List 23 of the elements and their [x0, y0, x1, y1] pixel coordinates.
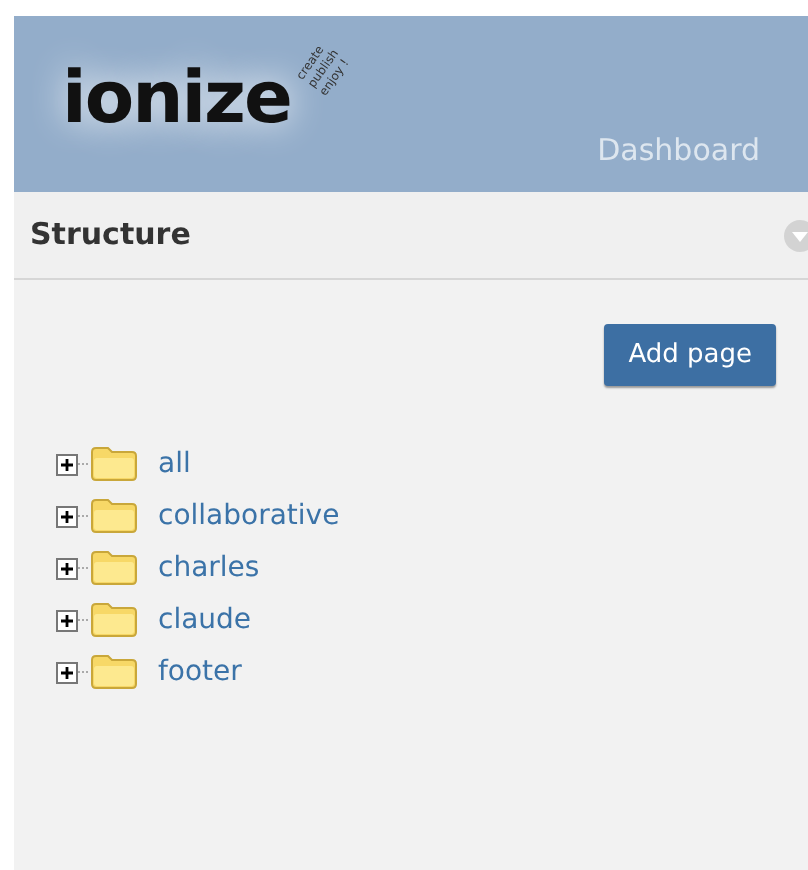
folder-icon [90, 654, 138, 690]
expand-icon[interactable] [56, 661, 78, 683]
expand-icon[interactable] [56, 505, 78, 527]
folder-icon [90, 602, 138, 638]
folder-icon [90, 498, 138, 534]
tree-item-link[interactable]: footer [158, 651, 242, 693]
folder-icon [90, 446, 138, 482]
expand-icon[interactable] [56, 609, 78, 631]
add-page-button[interactable]: Add page [604, 324, 776, 386]
tree-item-link[interactable]: collaborative [158, 495, 340, 537]
dotted-connector [78, 618, 90, 622]
expand-icon[interactable] [56, 453, 78, 475]
panel-title: Structure [30, 214, 191, 257]
folder-icon [90, 550, 138, 586]
tree-item-link[interactable]: claude [158, 599, 252, 641]
logo[interactable]: ionize [62, 60, 291, 140]
tree-item-link[interactable]: charles [158, 547, 260, 589]
dotted-connector [78, 514, 90, 518]
dotted-connector [78, 670, 90, 674]
expand-icon[interactable] [56, 557, 78, 579]
dotted-connector [78, 462, 90, 466]
dotted-connector [78, 566, 90, 570]
tree-item-link[interactable]: all [158, 443, 191, 485]
